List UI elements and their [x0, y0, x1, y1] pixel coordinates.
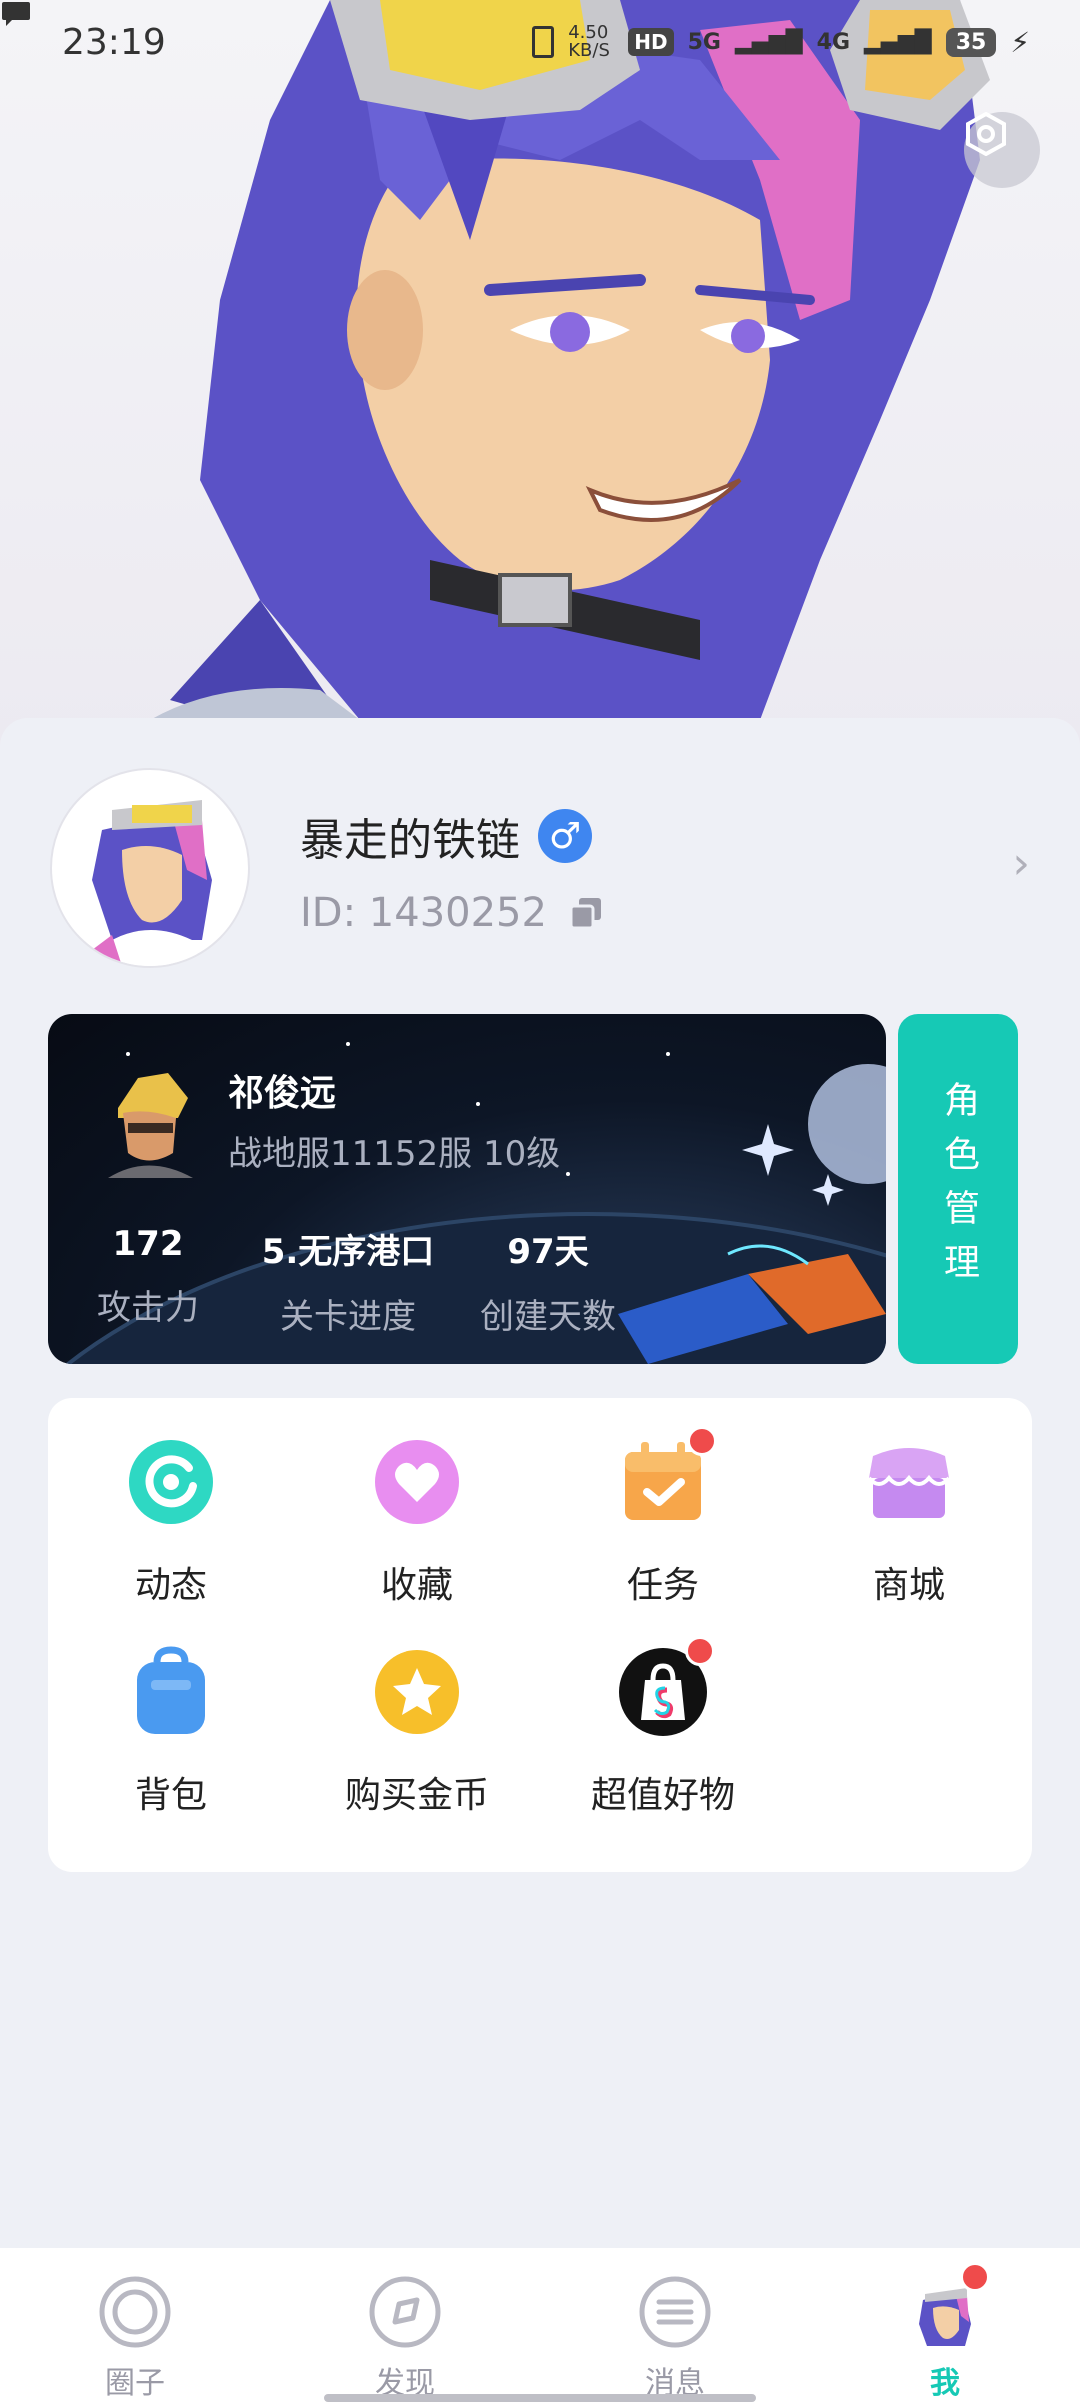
bottom-navigation: 圈子 发现 消息 我	[0, 2248, 1080, 2408]
menu-item-label: 背包	[134, 1775, 207, 1816]
tab-label: 圈子	[105, 2366, 165, 2401]
backpack-icon	[137, 1646, 205, 1734]
activity-icon	[129, 1440, 213, 1524]
tab-me[interactable]: 我	[810, 2248, 1080, 2408]
compass-icon	[369, 2276, 441, 2348]
tab-circle[interactable]: 圈子	[0, 2248, 270, 2408]
menu-item-buy-coins[interactable]: 购买金币	[294, 1608, 540, 1816]
store-icon	[867, 1448, 951, 1518]
menu-item-store[interactable]: 商城	[786, 1398, 1032, 1606]
signal-icon: ▂▄▆█	[864, 29, 932, 55]
menu-item-label: 任务	[626, 1565, 699, 1606]
chat-bubble-icon	[2, 2, 30, 26]
stat-attack: 172 攻击力	[48, 1224, 248, 1329]
stat-value: 97天	[507, 1232, 589, 1272]
circle-icon	[99, 2276, 171, 2348]
user-id-text: ID: 1430252	[300, 890, 547, 936]
status-bar: 23:19 4.50 KB/S HD 5G ▂▄▆█ 4G ▂▄▆█ 35 ⚡	[0, 0, 1080, 84]
notification-dot	[960, 2262, 990, 2292]
coin-star-icon	[375, 1650, 459, 1734]
hd-badge: HD	[628, 28, 674, 56]
game-role-card[interactable]: 祁俊远 战地服11152服 10级 172 攻击力 5.无序港口 关卡进度 97…	[48, 1014, 886, 1364]
menu-item-label: 动态	[134, 1565, 207, 1606]
hexagon-gear-icon	[966, 112, 1006, 156]
menu-item-favorites[interactable]: 收藏	[294, 1398, 540, 1606]
menu-item-label: 超值好物	[590, 1775, 735, 1816]
stat-value: 172	[112, 1224, 184, 1264]
message-list-icon	[639, 2276, 711, 2348]
notification-dot	[687, 1426, 717, 1456]
role-manage-button[interactable]: 角色管理	[898, 1014, 1018, 1364]
tab-messages[interactable]: 消息	[540, 2248, 810, 2408]
sim1-signal: 5G	[687, 29, 721, 55]
menu-item-label: 收藏	[380, 1565, 453, 1606]
network-speed: 4.50 KB/S	[568, 22, 610, 61]
avatar[interactable]	[50, 768, 250, 968]
stat-label: 攻击力	[97, 1288, 199, 1328]
stat-stage-progress: 5.无序港口 关卡进度	[248, 1224, 448, 1338]
stat-label: 关卡进度	[280, 1297, 416, 1337]
username-text: 暴走的铁链	[300, 815, 520, 866]
stat-created-days: 97天 创建天数	[448, 1224, 648, 1338]
menu-item-label: 商城	[872, 1565, 945, 1606]
menu-item-deals[interactable]: 超值好物	[540, 1608, 786, 1816]
user-id: ID: 1430252	[300, 890, 603, 936]
notification-dot	[685, 1636, 715, 1666]
copy-icon[interactable]	[569, 896, 603, 930]
username: 暴走的铁链 ♂	[300, 804, 592, 868]
battery-level: 35	[945, 27, 997, 57]
settings-button[interactable]	[964, 112, 1040, 188]
profile-cover-image: 23:19 4.50 KB/S HD 5G ▂▄▆█ 4G ▂▄▆█ 35 ⚡	[0, 0, 1080, 760]
vibrate-icon	[532, 26, 555, 58]
role-server-level: 战地服11152服 10级	[228, 1134, 561, 1174]
role-avatar	[108, 1073, 193, 1178]
role-name: 祁俊远	[228, 1073, 337, 1114]
stat-label: 创建天数	[480, 1297, 616, 1337]
signal-icon: ▂▄▆█	[734, 29, 803, 55]
sim2-signal: 4G	[816, 29, 851, 55]
role-manage-label: 角色管理	[938, 1081, 979, 1297]
profile-detail-chevron-icon[interactable]: ›	[1012, 838, 1030, 889]
stat-value: 5.无序港口	[261, 1232, 435, 1272]
home-indicator	[324, 2394, 756, 2402]
tab-discover[interactable]: 发现	[270, 2248, 540, 2408]
menu-item-activity[interactable]: 动态	[48, 1398, 294, 1606]
tab-label: 我	[930, 2366, 960, 2401]
heart-icon	[375, 1440, 459, 1524]
clock: 23:19	[62, 21, 166, 63]
profile-sheet: 暴走的铁链 ♂ ID: 1430252 › 祁俊远 战地服11152服 10级 …	[0, 718, 1080, 2248]
menu-item-backpack[interactable]: 背包	[48, 1608, 294, 1816]
menu-item-tasks[interactable]: 任务	[540, 1398, 786, 1606]
menu-item-label: 购买金币	[344, 1775, 489, 1816]
charging-icon: ⚡	[1010, 25, 1030, 59]
male-gender-icon: ♂	[538, 809, 592, 863]
feature-menu-panel: 动态 收藏 任务 商城 背包 购买金币 超值好物	[48, 1398, 1032, 1872]
